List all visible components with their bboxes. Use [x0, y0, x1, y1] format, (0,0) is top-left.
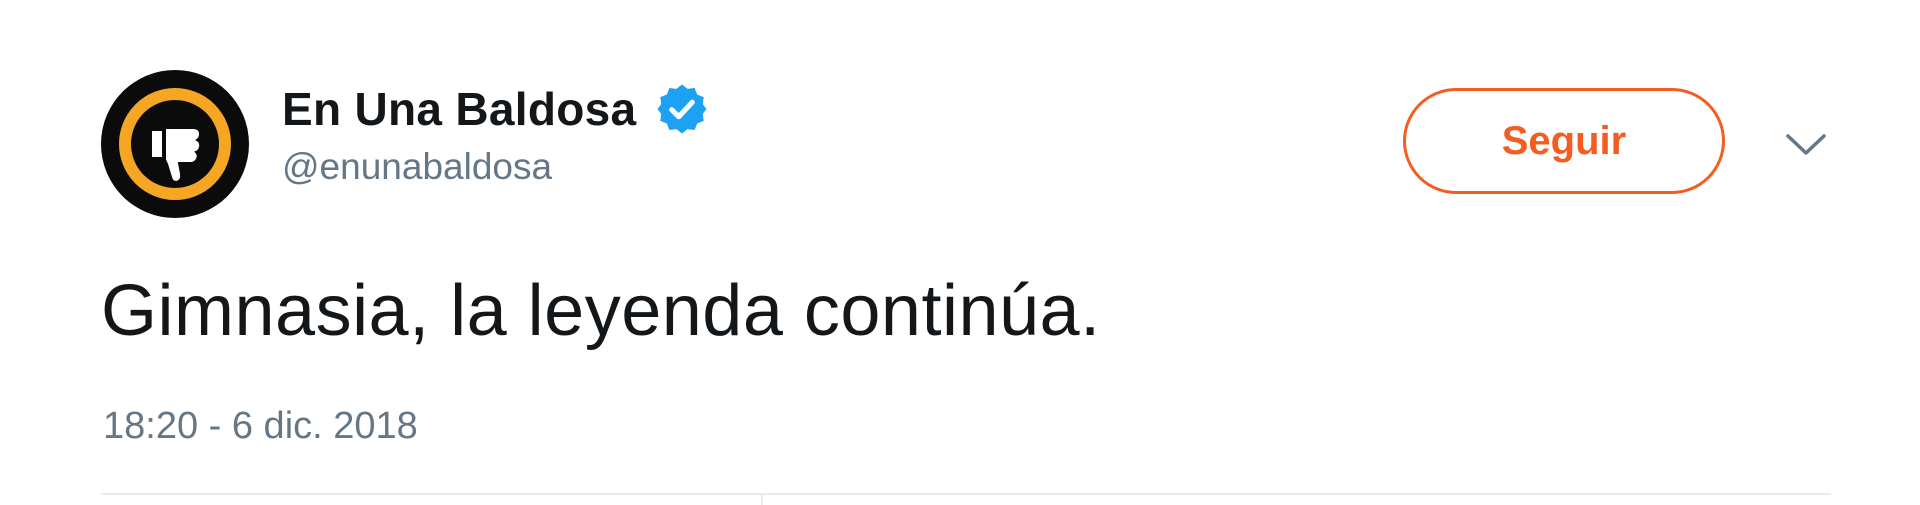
- verified-badge-icon: [657, 84, 707, 134]
- user-info: En Una Baldosa @enunabaldosa: [282, 78, 710, 188]
- tweet-timestamp[interactable]: 18:20 - 6 dic. 2018: [103, 405, 418, 448]
- divider: [101, 493, 1831, 495]
- chevron-down-icon[interactable]: [1782, 128, 1830, 160]
- display-name[interactable]: En Una Baldosa: [282, 82, 636, 136]
- user-handle[interactable]: @enunabaldosa: [282, 146, 710, 188]
- avatar[interactable]: [101, 70, 249, 218]
- tweet-card: En Una Baldosa @enunabaldosa Seguir Gimn…: [0, 0, 1920, 505]
- name-row: En Una Baldosa: [282, 78, 710, 140]
- follow-button[interactable]: Seguir: [1403, 88, 1725, 194]
- divider-tick: [761, 493, 763, 505]
- thumbs-down-icon: [119, 88, 231, 200]
- tweet-text: Gimnasia, la leyenda continúa.: [101, 271, 1101, 351]
